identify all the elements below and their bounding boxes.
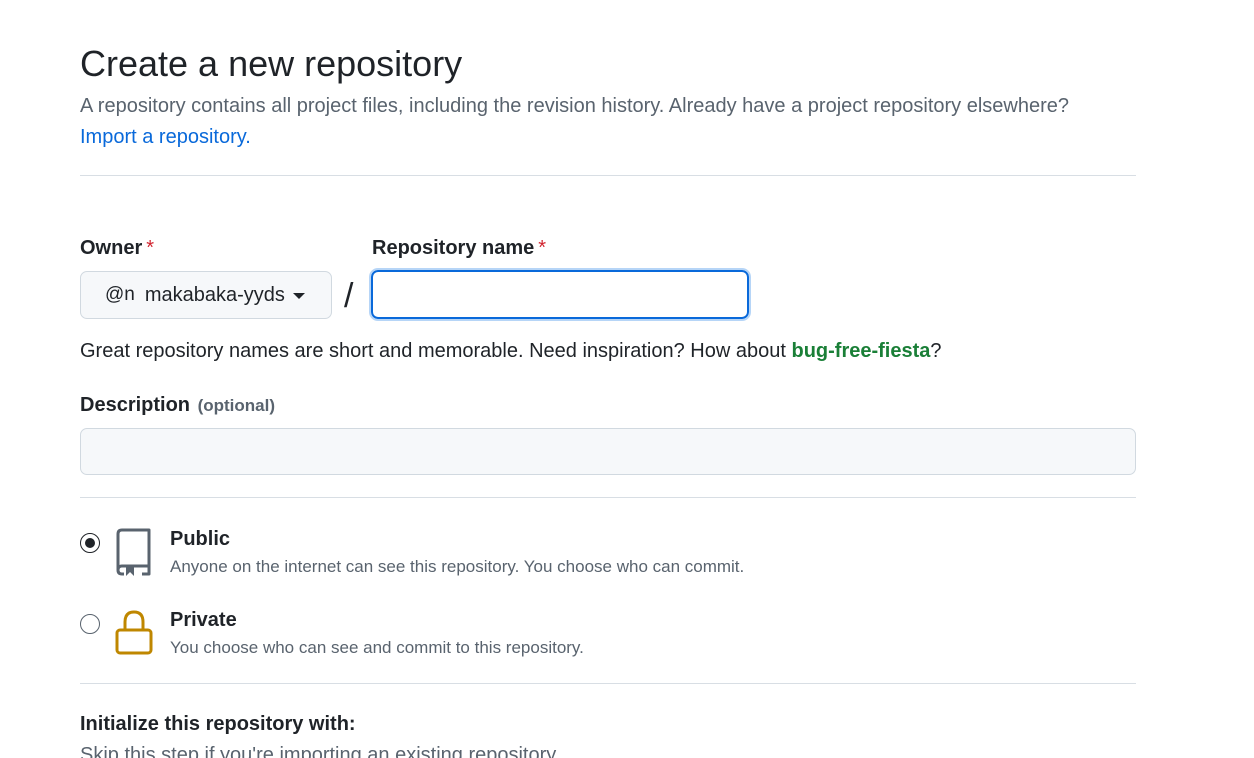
private-description: You choose who can see and commit to thi… [170, 638, 584, 657]
repo-name-required-mark: * [538, 237, 547, 259]
repo-name-label-text: Repository name [372, 237, 535, 259]
divider [80, 175, 1136, 176]
description-input[interactable] [80, 428, 1136, 475]
owner-label: Owner * [80, 235, 154, 261]
owner-repo-separator: / [344, 277, 354, 315]
name-hint-text: Great repository names are short and mem… [80, 340, 792, 362]
visibility-option-private[interactable]: Private You choose who can see and commi… [80, 606, 880, 666]
name-hint: Great repository names are short and mem… [80, 338, 942, 364]
description-label: Description (optional) [80, 392, 275, 419]
name-suggestion-link[interactable]: bug-free-fiesta [791, 340, 930, 362]
repo-icon [116, 528, 151, 576]
import-repository-link[interactable]: Import a repository. [80, 124, 251, 150]
initialize-subtext: Skip this step if you're importing an ex… [80, 744, 561, 758]
name-hint-suffix: ? [930, 340, 942, 362]
page-subtitle: A repository contains all project files,… [80, 95, 1070, 117]
caret-down-icon [292, 293, 305, 299]
public-description: Anyone on the internet can see this repo… [170, 557, 745, 576]
description-optional-tag: (optional) [197, 396, 276, 415]
public-title: Public [170, 528, 231, 550]
repo-name-label: Repository name * [372, 235, 546, 261]
create-repo-page: Create a new repository A repository con… [0, 0, 1254, 758]
lock-icon [115, 610, 153, 655]
initialize-heading: Initialize this repository with: [80, 713, 356, 735]
owner-select-button[interactable]: @n makabaka-yyds [80, 271, 332, 319]
private-radio[interactable] [80, 614, 100, 634]
repository-name-input[interactable] [369, 268, 751, 321]
owner-label-text: Owner [80, 237, 143, 259]
divider [80, 683, 1136, 684]
owner-avatar: @n [105, 284, 135, 305]
radio-selected-dot [85, 538, 95, 548]
owner-required-mark: * [146, 237, 155, 259]
owner-name: makabaka-yyds [144, 283, 285, 306]
divider [80, 497, 1136, 498]
visibility-option-public[interactable]: Public Anyone on the internet can see th… [80, 525, 880, 585]
public-radio[interactable] [80, 533, 100, 553]
private-title: Private [170, 609, 237, 631]
page-title: Create a new repository [80, 43, 463, 84]
description-label-text: Description [80, 394, 191, 416]
